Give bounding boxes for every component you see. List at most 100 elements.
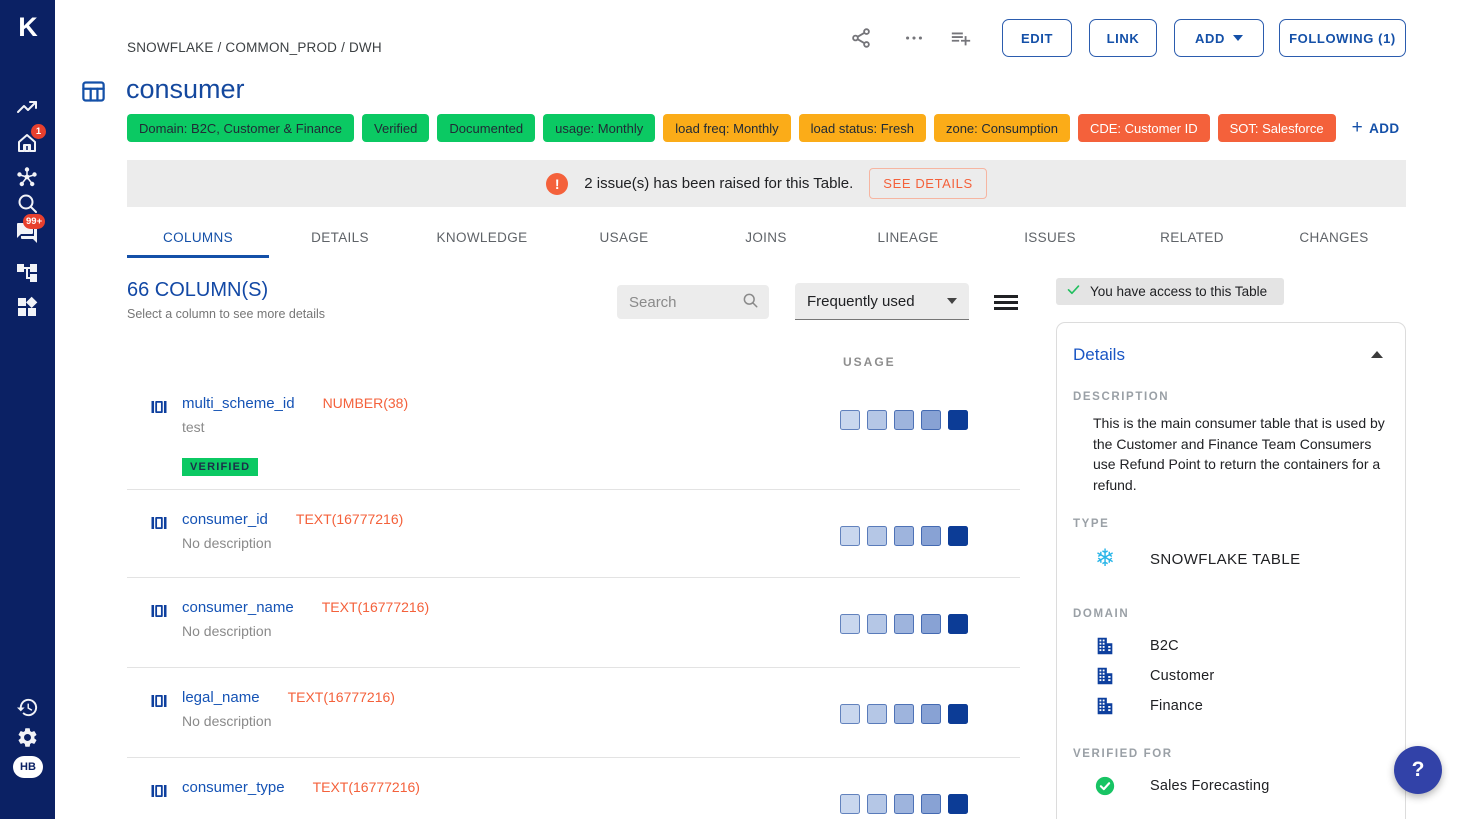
column-name[interactable]: legal_name: [182, 689, 260, 706]
column-row[interactable]: consumer_name TEXT(16777216) No descriptio…: [127, 578, 1020, 668]
add-tag-button[interactable]: +ADD: [1352, 114, 1400, 142]
domain-item[interactable]: B2C: [1093, 634, 1179, 658]
usage-indicator: [840, 410, 968, 430]
usage-square: [894, 794, 914, 814]
column-row[interactable]: legal_nameTEXT(16777216)No description: [127, 668, 1020, 758]
tab-columns[interactable]: COLUMNS: [127, 222, 269, 258]
tag-chip[interactable]: usage: Monthly: [543, 114, 655, 142]
verified-badge: VERIFIED: [182, 458, 258, 476]
tab-lineage[interactable]: LINEAGE: [837, 222, 979, 258]
playlist-add-icon[interactable]: [950, 27, 972, 49]
list-options-icon[interactable]: [994, 295, 1018, 310]
tab-details[interactable]: DETAILS: [269, 222, 411, 258]
column-main: consumer_type TEXT(16777216): [182, 779, 420, 796]
usage-square: [921, 794, 941, 814]
tag-chip[interactable]: Verified: [362, 114, 429, 142]
add-button[interactable]: ADD: [1174, 19, 1264, 57]
sidebar-item-messages[interactable]: 99+: [15, 221, 41, 247]
warning-icon: !: [546, 173, 568, 195]
more-options-icon[interactable]: [903, 27, 925, 49]
usage-indicator: [840, 614, 968, 634]
tab-changes[interactable]: CHANGES: [1263, 222, 1405, 258]
page: K 199+ HB SNOWFLAKE / COMMON_PROD / DWH …: [0, 0, 1470, 819]
column-type: TEXT(16777216): [322, 599, 429, 615]
column-name[interactable]: consumer_id: [182, 511, 268, 528]
usage-indicator: [840, 794, 968, 814]
domain-item[interactable]: Finance: [1093, 694, 1203, 718]
description-text: This is the main consumer table that is …: [1093, 413, 1387, 495]
notification-badge: 1: [31, 124, 46, 139]
tab-joins[interactable]: JOINS: [695, 222, 837, 258]
tab-usage[interactable]: USAGE: [553, 222, 695, 258]
tag-chip[interactable]: load status: Fresh: [799, 114, 926, 142]
edit-button[interactable]: EDIT: [1002, 19, 1072, 57]
search-icon: [15, 191, 41, 215]
sidebar-item-explore[interactable]: [15, 165, 41, 191]
issue-banner-text: 2 issue(s) has been raised for this Tabl…: [584, 175, 853, 192]
tags-row: Domain: B2C, Customer & Finance Verified D…: [127, 114, 1400, 142]
column-icon: [148, 782, 170, 800]
column-type: TEXT(16777216): [313, 779, 420, 795]
description-label: DESCRIPTION: [1073, 391, 1169, 403]
column-row[interactable]: consumer_idTEXT(16777216)No description: [127, 490, 1020, 578]
usage-square: [948, 794, 968, 814]
link-button[interactable]: LINK: [1089, 19, 1157, 57]
search-input[interactable]: [629, 294, 741, 311]
sidebar-item-history[interactable]: [16, 696, 40, 720]
help-button[interactable]: ?: [1394, 746, 1442, 794]
column-row[interactable]: multi_scheme_idNUMBER(38)testVERIFIED: [127, 374, 1020, 490]
share-icon[interactable]: [850, 27, 872, 49]
column-row[interactable]: consumer_type TEXT(16777216): [127, 758, 1020, 819]
plus-icon: +: [1352, 117, 1364, 139]
column-name[interactable]: consumer_type: [182, 779, 285, 796]
usage-square: [867, 526, 887, 546]
details-panel-title: Details: [1073, 345, 1125, 365]
column-type: NUMBER(38): [323, 395, 409, 411]
column-name[interactable]: multi_scheme_id: [182, 395, 295, 412]
usage-square: [921, 614, 941, 634]
sort-select-value: Frequently used: [807, 293, 937, 310]
tag-chip[interactable]: Documented: [437, 114, 535, 142]
usage-indicator: [840, 704, 968, 724]
access-banner: You have access to this Table: [1056, 278, 1284, 305]
trend-icon: [15, 95, 41, 119]
following-button[interactable]: FOLLOWING (1): [1279, 19, 1406, 57]
tab-knowledge[interactable]: KNOWLEDGE: [411, 222, 553, 258]
usage-indicator: [840, 526, 968, 546]
access-banner-text: You have access to this Table: [1090, 284, 1267, 299]
type-label: TYPE: [1073, 518, 1109, 530]
widgets-icon: [15, 295, 41, 319]
breadcrumb[interactable]: SNOWFLAKE / COMMON_PROD / DWH: [127, 40, 382, 55]
column-name[interactable]: consumer_name: [182, 599, 294, 616]
domain-item[interactable]: Customer: [1093, 664, 1214, 688]
sidebar-item-insights[interactable]: [15, 95, 41, 121]
chevron-down-icon: [1233, 35, 1243, 41]
usage-square: [867, 794, 887, 814]
app-logo[interactable]: K: [0, 12, 55, 43]
sidebar-item-lineage[interactable]: [15, 261, 41, 287]
tag-chip[interactable]: CDE: Customer ID: [1078, 114, 1210, 142]
sidebar-item-settings[interactable]: [16, 726, 40, 750]
sidebar-item-apps[interactable]: [15, 295, 41, 321]
tag-chip[interactable]: SOT: Salesforce: [1218, 114, 1336, 142]
tag-chip[interactable]: load freq: Monthly: [663, 114, 790, 142]
usage-square: [840, 410, 860, 430]
gear-icon: [16, 726, 40, 749]
verified-for-label: VERIFIED FOR: [1073, 748, 1173, 760]
sidebar-item-home[interactable]: 1: [15, 131, 41, 157]
collapse-icon[interactable]: [1371, 351, 1383, 358]
usage-square: [948, 704, 968, 724]
see-details-button[interactable]: SEE DETAILS: [869, 168, 986, 199]
check-icon: [1066, 282, 1081, 302]
avatar[interactable]: HB: [13, 756, 43, 778]
history-icon: [16, 696, 40, 719]
tabs-bar: COLUMNSDETAILSKNOWLEDGEUSAGEJOINSLINEAGE…: [127, 222, 1405, 258]
tab-issues[interactable]: ISSUES: [979, 222, 1121, 258]
column-description: No description: [182, 623, 272, 639]
verified-for-name: Sales Forecasting: [1150, 778, 1269, 794]
hub-icon: [15, 165, 41, 189]
tag-chip[interactable]: Domain: B2C, Customer & Finance: [127, 114, 354, 142]
tag-chip[interactable]: zone: Consumption: [934, 114, 1070, 142]
tab-related[interactable]: RELATED: [1121, 222, 1263, 258]
sort-select[interactable]: Frequently used: [795, 283, 969, 320]
